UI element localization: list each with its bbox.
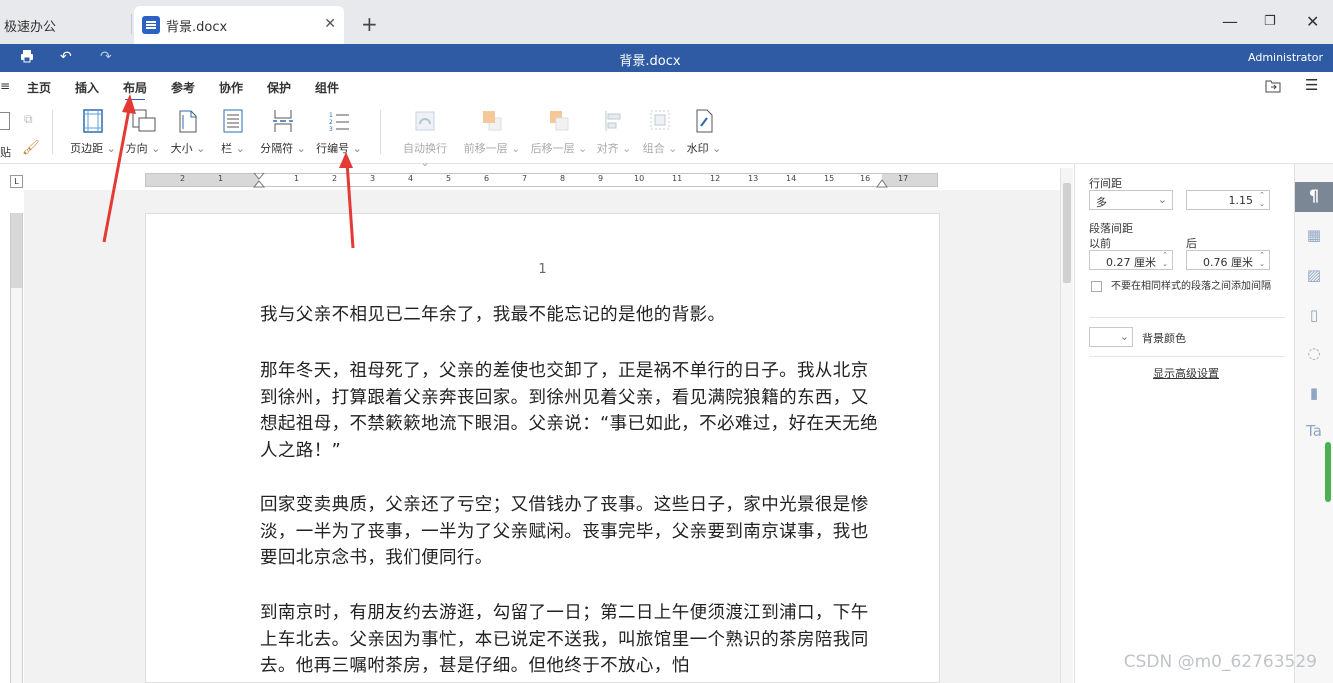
arrow-to-layout-tab [102,94,136,243]
annotation-arrows [102,94,355,249]
arrow-to-line-numbers [339,152,355,249]
